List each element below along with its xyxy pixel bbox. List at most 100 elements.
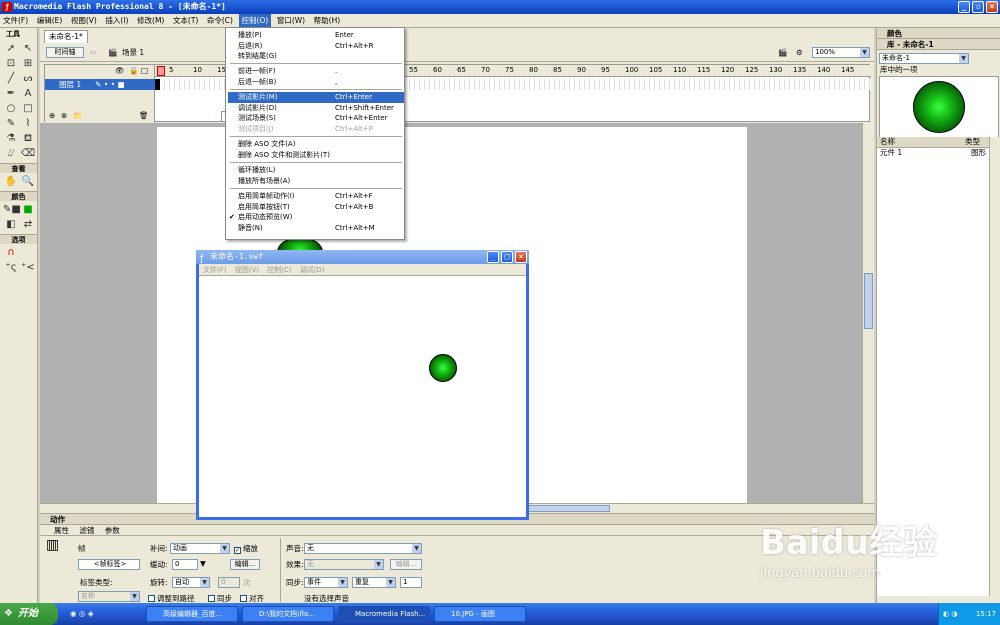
playhead[interactable] xyxy=(157,66,165,76)
menu-item-live-preview[interactable]: ✔ 启用动态预览(W) xyxy=(228,212,404,223)
swf-menu-file[interactable]: 文件(F) xyxy=(203,266,227,274)
snap-magnet-icon[interactable]: ∩ xyxy=(3,246,19,260)
menu-item-test-project[interactable]: 测试项目(J) Ctrl+Alt+P xyxy=(228,124,404,135)
sound-select[interactable]: 无 ▼ xyxy=(304,543,422,554)
library-panel-header[interactable]: 库 - 未命名-1 xyxy=(877,39,1000,50)
tray-icons[interactable]: ◐ ◑ xyxy=(943,603,957,625)
rectangle-tool-icon[interactable]: □ xyxy=(20,102,36,116)
delete-layer-icon[interactable]: 🗑 xyxy=(139,111,149,121)
library-select[interactable]: 未命名-1 ▼ xyxy=(879,53,969,64)
fill-transform-icon[interactable]: ⊞ xyxy=(20,57,36,71)
tab-parameters[interactable]: 参数 xyxy=(105,526,120,535)
menu-item-loop-playback[interactable]: 循环播放(L) xyxy=(228,165,404,176)
ink-bottle-icon[interactable]: ⚗ xyxy=(3,132,19,146)
menu-item-simple-buttons[interactable]: 启用简单按钮(T) Ctrl+Alt+B xyxy=(228,202,404,213)
black-white-icon[interactable]: ◧ xyxy=(3,218,19,232)
ease-slider-icon[interactable]: ▼ xyxy=(200,559,206,569)
ease-input[interactable]: 0 xyxy=(172,559,198,570)
lasso-tool-icon[interactable]: ᔕ xyxy=(20,72,36,86)
menu-modify[interactable]: 修改(M) xyxy=(134,14,167,28)
zoom-tool-icon[interactable]: 🔍 xyxy=(20,175,36,189)
swf-close-button[interactable]: × xyxy=(515,251,527,263)
menu-view[interactable]: 视图(V) xyxy=(68,14,100,28)
menu-item-go-to-end[interactable]: 转到结尾(G) xyxy=(228,51,404,62)
oval-tool-icon[interactable]: ○ xyxy=(3,102,19,116)
swf-maximize-button[interactable]: □ xyxy=(501,251,513,263)
minimize-button[interactable]: _ xyxy=(958,1,970,13)
restore-button[interactable]: ▫ xyxy=(972,1,984,13)
menu-help[interactable]: 帮助(H) xyxy=(311,14,344,28)
stage-vscroll[interactable] xyxy=(862,123,874,503)
menu-control[interactable]: 控制(O) xyxy=(238,14,272,28)
smooth-icon[interactable]: ⁺ς xyxy=(3,261,19,275)
repeat-count-input[interactable]: 1 xyxy=(400,577,422,588)
rotate-select[interactable]: 自动 ▼ xyxy=(172,577,210,588)
library-col-name[interactable]: 名称 xyxy=(880,137,895,147)
swf-menu-view[interactable]: 视图(V) xyxy=(235,266,259,274)
back-arrow-icon[interactable]: ⇦ xyxy=(90,48,96,58)
effect-edit-button[interactable]: 编辑... xyxy=(390,559,422,570)
menu-edit[interactable]: 编辑(E) xyxy=(34,14,66,28)
menu-item-test-scene[interactable]: 测试场景(S) Ctrl+Alt+Enter xyxy=(228,113,404,124)
add-folder-icon[interactable]: 📁 xyxy=(73,111,82,121)
free-transform-icon[interactable]: ⊡ xyxy=(3,57,19,71)
pencil-tool-icon[interactable]: ✎ xyxy=(3,117,19,131)
menu-file[interactable]: 文件(F) xyxy=(0,14,31,28)
menu-insert[interactable]: 插入(I) xyxy=(102,14,131,28)
pen-tool-icon[interactable]: ✒ xyxy=(3,87,19,101)
stroke-color-icon[interactable]: ✎■ xyxy=(3,203,21,217)
menu-item-rewind[interactable]: 后退(R) Ctrl+Alt+R xyxy=(228,41,404,52)
menu-item-test-movie[interactable]: 测试影片(M) Ctrl+Enter xyxy=(228,92,404,103)
task-flash[interactable]: Macromedia Flash... xyxy=(338,606,430,622)
menu-item-simple-frame-actions[interactable]: 启用简单帧动作(I) Ctrl+Alt+F xyxy=(228,191,404,202)
paint-bucket-icon[interactable]: ⛾ xyxy=(20,132,36,146)
menu-commands[interactable]: 命令(C) xyxy=(204,14,236,28)
task-browser[interactable]: 高级编辑器_百度... xyxy=(146,606,238,622)
keyframe[interactable] xyxy=(155,79,160,90)
start-button[interactable]: ❖ 开始 xyxy=(0,603,58,625)
menu-item-step-backward[interactable]: 后退一帧(B), xyxy=(228,77,404,88)
task-explorer[interactable]: D:\我的文档\fla... xyxy=(242,606,334,622)
menu-item-step-forward[interactable]: 前进一帧(F). xyxy=(228,66,404,77)
layer-row[interactable]: 图层 1 ✎ • • ■ xyxy=(45,79,155,90)
brush-tool-icon[interactable]: ⌇ xyxy=(20,117,36,131)
label-type-select[interactable]: 名称 ▼ xyxy=(78,591,140,602)
vscroll-thumb[interactable] xyxy=(864,273,873,329)
rotate-times-input[interactable]: 0 xyxy=(218,577,240,588)
hand-tool-icon[interactable]: ✋ xyxy=(3,175,19,189)
edit-scene-icon[interactable]: 🎬 xyxy=(778,48,787,58)
menu-window[interactable]: 窗口(W) xyxy=(274,14,308,28)
eye-icon[interactable]: 👁 xyxy=(115,66,125,76)
swf-minimize-button[interactable]: _ xyxy=(487,251,499,263)
swf-menu-control[interactable]: 控制(C) xyxy=(267,266,291,274)
task-paint[interactable]: 10.JPG - 画图 xyxy=(434,606,526,622)
menu-item-delete-aso-test[interactable]: 删除 ASO 文件和测试影片(T) xyxy=(228,150,404,161)
close-button[interactable]: × xyxy=(986,1,998,13)
zoom-select[interactable]: 100% ▼ xyxy=(812,47,870,58)
line-tool-icon[interactable]: ╱ xyxy=(3,72,19,86)
tab-properties[interactable]: 属性 xyxy=(54,526,69,535)
menu-item-debug-movie[interactable]: 调试影片(D) Ctrl+Shift+Enter xyxy=(228,103,404,114)
edit-symbols-icon[interactable]: ⚙ xyxy=(796,48,803,58)
add-guide-icon[interactable]: ⊗ xyxy=(61,111,67,121)
subselect-tool-icon[interactable]: ↖ xyxy=(20,42,36,56)
library-item[interactable]: 元件 1 图形 xyxy=(877,148,989,158)
eyedropper-icon[interactable]: ⌰ xyxy=(3,147,19,161)
outline-icon[interactable]: □ xyxy=(141,66,148,76)
document-tab[interactable]: 未命名-1* xyxy=(44,30,88,43)
sync-mode-select[interactable]: 事件 ▼ xyxy=(304,577,348,588)
text-tool-icon[interactable]: A xyxy=(20,87,36,101)
tween-select[interactable]: 动画 ▼ xyxy=(170,543,230,554)
swf-menu-debug[interactable]: 调试(D) xyxy=(300,266,325,274)
selection-tool-icon[interactable]: ➚ xyxy=(3,42,19,56)
timeline-toggle-button[interactable]: 时间轴 xyxy=(46,47,84,58)
frame-label-input[interactable]: <帧标签> xyxy=(78,559,140,570)
add-layer-icon[interactable]: ⊕ xyxy=(49,111,55,121)
lock-icon[interactable]: 🔒 xyxy=(129,66,138,76)
swap-colors-icon[interactable]: ⇄ xyxy=(20,218,36,232)
scale-checkbox[interactable]: ✓ 缩放 xyxy=(234,544,258,554)
ease-edit-button[interactable]: 编辑... xyxy=(230,559,260,570)
repeat-select[interactable]: 重复 ▼ xyxy=(352,577,396,588)
eraser-icon[interactable]: ⌫ xyxy=(20,147,36,161)
menu-item-play-all-scenes[interactable]: 播放所有场景(A) xyxy=(228,176,404,187)
